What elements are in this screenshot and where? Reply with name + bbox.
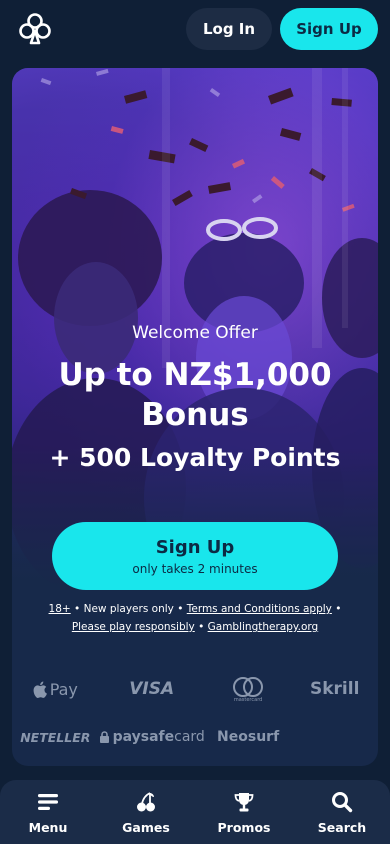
- apple-pay-logo: Pay: [12, 676, 99, 702]
- welcome-offer-card: Welcome Offer Up to NZ$1,000 Bonus + 500…: [12, 68, 378, 766]
- cta-subtitle: only takes 2 minutes: [132, 561, 258, 576]
- apple-pay-text: Pay: [49, 679, 78, 699]
- nav-label-menu: Menu: [28, 819, 68, 835]
- cta-title: Sign Up: [155, 536, 235, 558]
- mastercard-logo: mastercard: [205, 676, 292, 704]
- paysafecard-text-paysafe: paysafe: [112, 729, 175, 745]
- offer-headline-line1: Up to NZ$1,000: [58, 357, 332, 393]
- paysafecard-text-card: card: [174, 729, 205, 745]
- nav-label-games: Games: [122, 819, 170, 835]
- nav-label-promos: Promos: [217, 819, 271, 835]
- offer-subline: + 500 Loyalty Points: [49, 443, 341, 472]
- terms-link[interactable]: Terms and Conditions apply: [187, 603, 332, 615]
- terms-separator-2: •: [194, 621, 208, 633]
- neosurf-logo: Neosurf: [217, 729, 280, 745]
- top-header: Log In Sign Up: [0, 0, 390, 58]
- header-actions: Log In Sign Up: [186, 8, 378, 50]
- terms-line1: 18+ • New players only • Terms and Condi…: [12, 600, 378, 618]
- terms-separator: • New players only •: [70, 603, 187, 615]
- search-icon: [330, 790, 354, 814]
- terms-separator-end: •: [331, 603, 342, 615]
- clover-logo-icon[interactable]: [16, 10, 54, 48]
- nav-item-promos[interactable]: Promos: [208, 780, 280, 844]
- skrill-logo: Skrill: [309, 679, 360, 699]
- header-signup-button[interactable]: Sign Up: [280, 8, 378, 50]
- bottom-navigation: Menu Games Promos Search: [0, 780, 390, 844]
- menu-icon: [36, 790, 60, 814]
- cherries-icon: [134, 790, 158, 814]
- trophy-icon: [232, 790, 256, 814]
- payment-methods: Pay VISA mastercard Skrill NETELLER pays…: [12, 676, 378, 750]
- mastercard-caption: mastercard: [233, 697, 263, 703]
- responsible-gambling-link[interactable]: Please play responsibly: [72, 621, 195, 633]
- apple-icon: [33, 681, 47, 698]
- nav-item-menu[interactable]: Menu: [12, 780, 84, 844]
- mastercard-circles-icon: [233, 677, 264, 697]
- offer-kicker: Welcome Offer: [132, 323, 258, 343]
- paysafecard-logo: paysafe card: [99, 724, 205, 750]
- signup-cta-button[interactable]: Sign Up only takes 2 minutes: [52, 522, 338, 590]
- gambling-therapy-link[interactable]: Gamblingtherapy.org: [208, 621, 319, 633]
- neteller-logo: NETELLER: [20, 729, 91, 745]
- padlock-icon: [99, 730, 109, 743]
- terms-notice: 18+ • New players only • Terms and Condi…: [12, 600, 378, 636]
- nav-item-games[interactable]: Games: [110, 780, 182, 844]
- terms-line2: Please play responsibly • Gamblingtherap…: [12, 618, 378, 636]
- age-link[interactable]: 18+: [49, 603, 71, 615]
- welcome-offer-text: Welcome Offer Up to NZ$1,000 Bonus + 500…: [12, 323, 378, 472]
- nav-label-search: Search: [317, 819, 367, 835]
- offer-headline-line2: Bonus: [141, 397, 249, 433]
- visa-logo: VISA: [129, 679, 175, 699]
- nav-item-search[interactable]: Search: [306, 780, 378, 844]
- login-button[interactable]: Log In: [186, 8, 272, 50]
